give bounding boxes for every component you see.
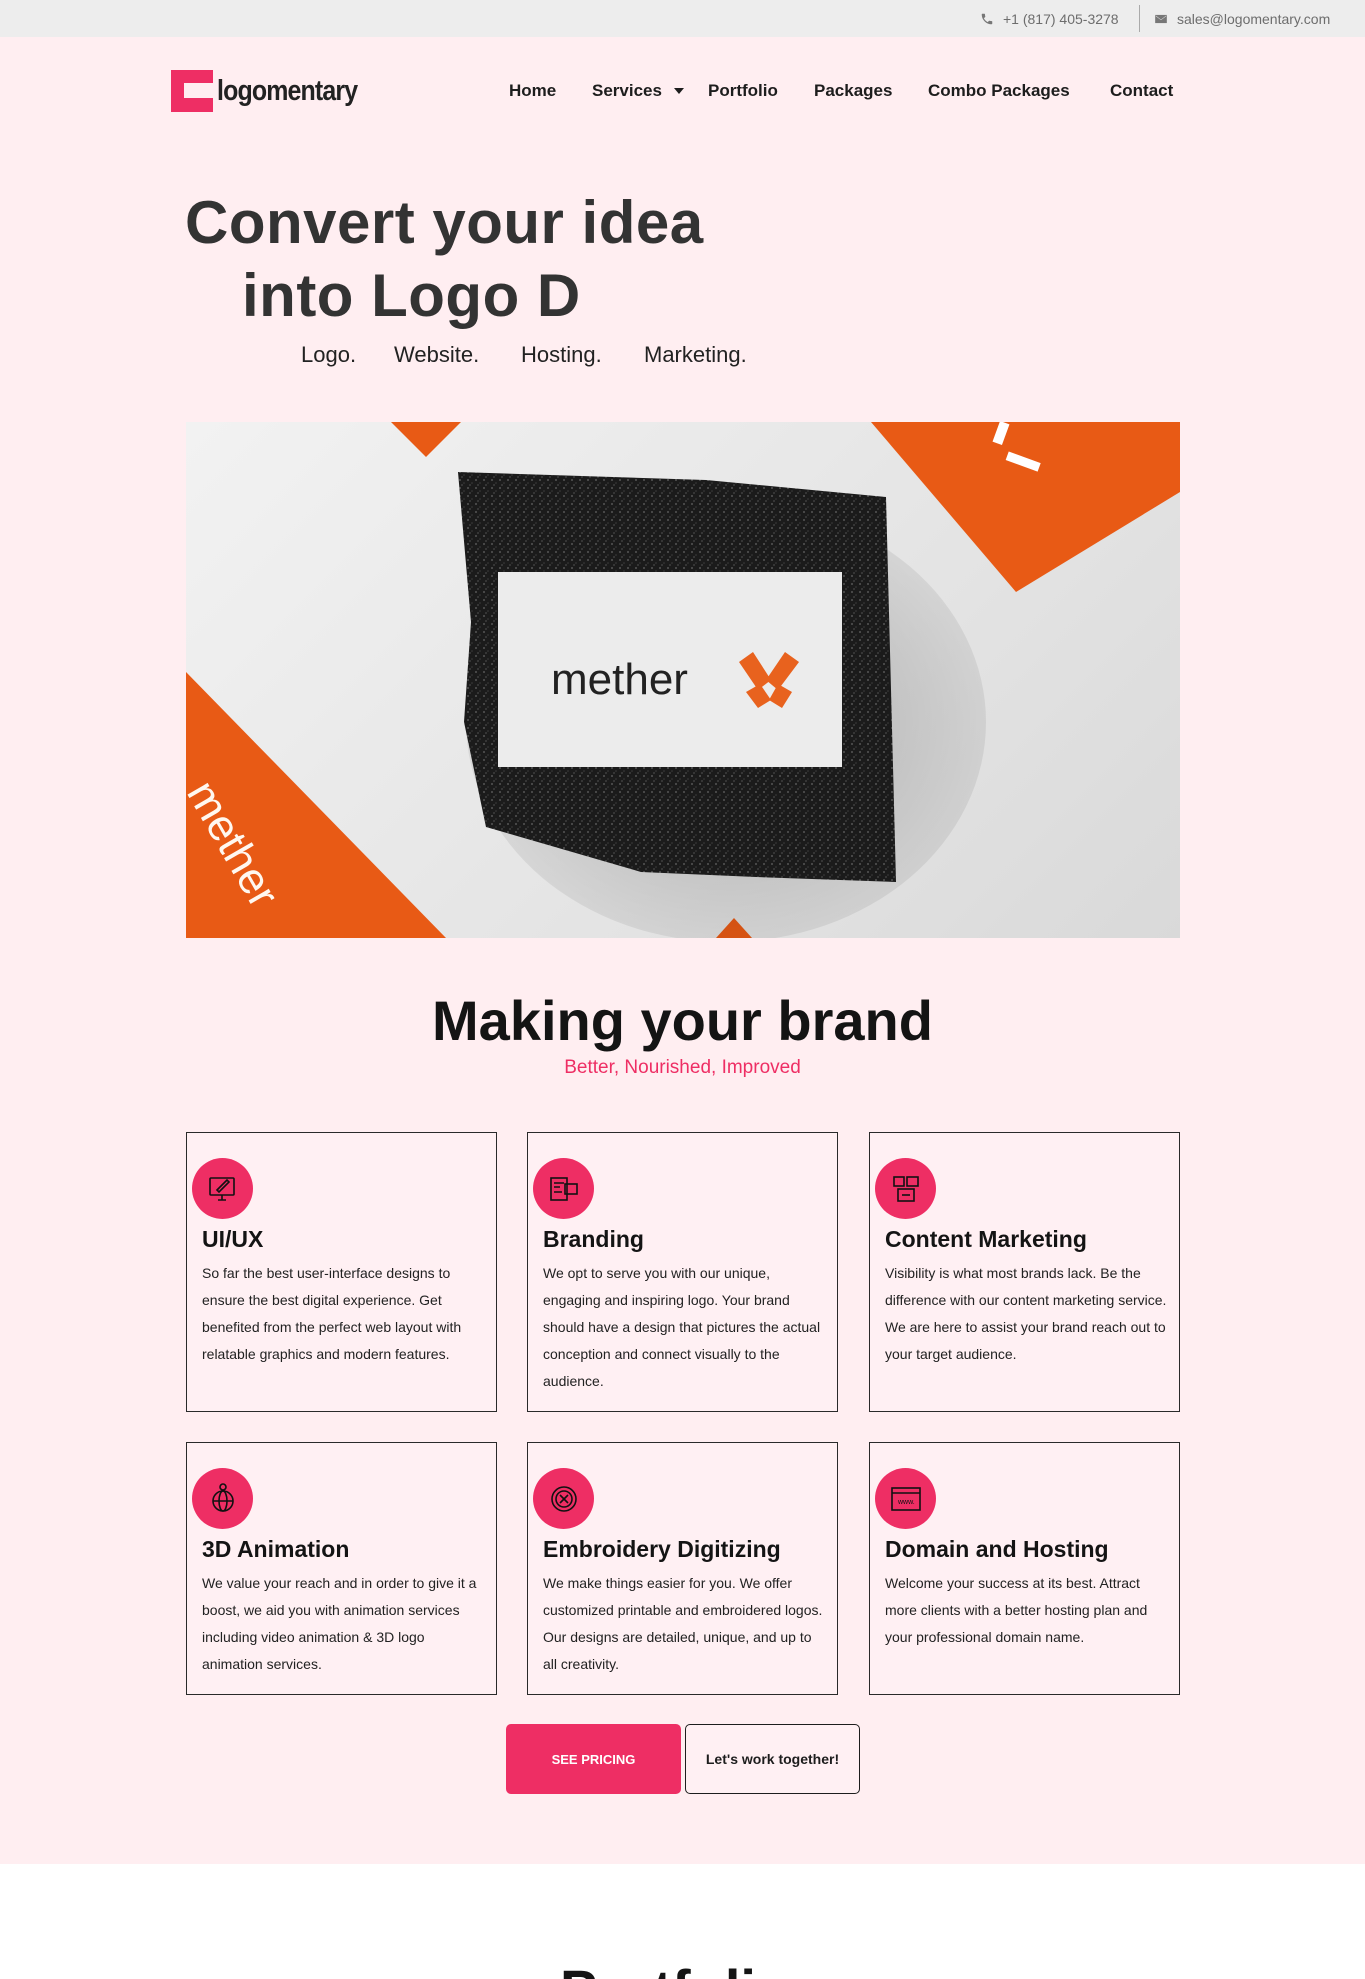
nav-combo-packages[interactable]: Combo Packages bbox=[928, 80, 1070, 102]
phone-number: +1 (817) 405-3278 bbox=[1003, 10, 1119, 27]
topbar-divider bbox=[1139, 5, 1140, 32]
service-card-uiux: UI/UX So far the best user-interface des… bbox=[186, 1132, 497, 1412]
embroidery-icon bbox=[533, 1468, 594, 1529]
lets-work-together-button[interactable]: Let's work together! bbox=[685, 1724, 860, 1794]
service-description: Visibility is what most brands lack. Be … bbox=[885, 1265, 1167, 1362]
business-card-text: mether bbox=[551, 655, 688, 704]
portfolio-title: Portfolio bbox=[560, 1957, 790, 1979]
service-card-content-marketing: Content Marketing Visibility is what mos… bbox=[869, 1132, 1180, 1412]
envelope-icon bbox=[1154, 12, 1168, 26]
phone-icon bbox=[980, 12, 994, 26]
www-browser-icon: www. bbox=[875, 1468, 936, 1529]
service-title: Embroidery Digitizing bbox=[543, 1536, 781, 1562]
service-title: Branding bbox=[543, 1226, 644, 1252]
svg-text:www.: www. bbox=[897, 1499, 915, 1506]
section-title: Making your brand bbox=[432, 989, 933, 1052]
service-description: We value your reach and in order to give… bbox=[202, 1575, 477, 1672]
top-contact-bar: +1 (817) 405-3278 sales@logomentary.com bbox=[0, 0, 1365, 37]
service-description: So far the best user-interface designs t… bbox=[202, 1265, 462, 1362]
nav-label: Home bbox=[509, 81, 557, 100]
hero-image: mether mether bbox=[186, 422, 1180, 938]
nav-label: Services bbox=[592, 81, 662, 100]
service-title: 3D Animation bbox=[202, 1536, 350, 1562]
service-card-embroidery: Embroidery Digitizing We make things eas… bbox=[527, 1442, 838, 1695]
hero-tag: Marketing. bbox=[644, 342, 747, 367]
nav-label: Portfolio bbox=[708, 81, 778, 100]
site-logo[interactable]: logomentary bbox=[171, 70, 380, 112]
hero-title-line-1: Convert your idea bbox=[185, 189, 704, 256]
service-card-branding: Branding We opt to serve you with our un… bbox=[527, 1132, 838, 1412]
orange-card-top-right bbox=[871, 422, 1180, 592]
nav-packages[interactable]: Packages bbox=[814, 80, 892, 102]
service-card-3d-animation: 3D Animation We value your reach and in … bbox=[186, 1442, 497, 1695]
nav-services[interactable]: Services bbox=[592, 80, 684, 102]
service-title: UI/UX bbox=[202, 1226, 264, 1252]
3d-globe-icon bbox=[192, 1468, 253, 1529]
service-title: Domain and Hosting bbox=[885, 1536, 1109, 1562]
section-subtitle: Better, Nourished, Improved bbox=[564, 1057, 801, 1078]
nav-home[interactable]: Home bbox=[509, 80, 556, 102]
content-marketing-icon bbox=[875, 1158, 936, 1219]
see-pricing-button[interactable]: SEE PRICING bbox=[506, 1724, 681, 1794]
nav-label: Contact bbox=[1110, 81, 1174, 100]
hero-tag: Website. bbox=[394, 342, 480, 367]
logo-mark-icon bbox=[171, 70, 213, 112]
service-description: We make things easier for you. We offer … bbox=[543, 1575, 823, 1672]
chevron-down-icon bbox=[673, 88, 684, 94]
logo-wordmark: logomentary bbox=[217, 74, 358, 107]
service-title: Content Marketing bbox=[885, 1226, 1087, 1252]
email-link[interactable]: sales@logomentary.com bbox=[1154, 0, 1330, 37]
nav-contact[interactable]: Contact bbox=[1110, 80, 1173, 102]
hero-tag: Hosting. bbox=[521, 342, 602, 367]
phone-link[interactable]: +1 (817) 405-3278 bbox=[980, 0, 1119, 37]
nav-portfolio[interactable]: Portfolio bbox=[708, 80, 778, 102]
nav-label: Combo Packages bbox=[928, 81, 1070, 100]
hero-illustration: mether mether bbox=[186, 422, 1180, 938]
hero-tag: Logo. bbox=[301, 342, 357, 367]
nav-label: Packages bbox=[814, 81, 893, 100]
portfolio-section: Portfolio bbox=[0, 1864, 1365, 1979]
hero-title-line-2: into Logo D bbox=[242, 262, 581, 329]
service-description: We opt to serve you with our unique, eng… bbox=[543, 1265, 821, 1389]
branding-icon bbox=[533, 1158, 594, 1219]
design-monitor-icon bbox=[192, 1158, 253, 1219]
service-card-domain-hosting: www. Domain and Hosting Welcome your suc… bbox=[869, 1442, 1180, 1695]
email-address: sales@logomentary.com bbox=[1177, 10, 1331, 27]
service-description: Welcome your success at its best. Attrac… bbox=[885, 1575, 1148, 1645]
